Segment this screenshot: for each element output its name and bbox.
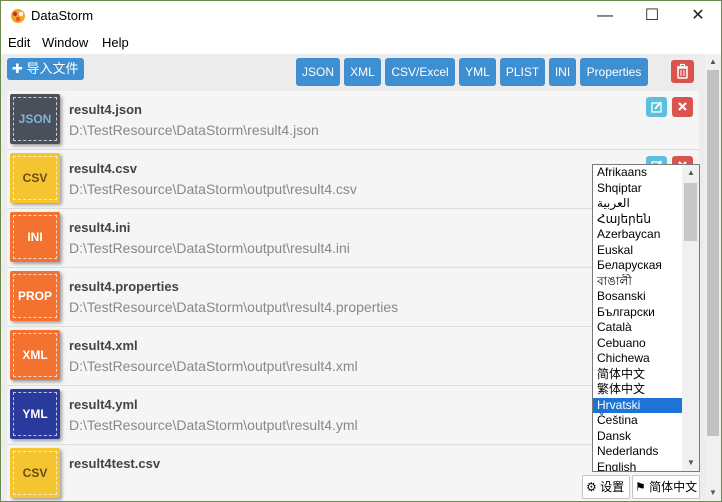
- settings-label: 设置: [600, 480, 625, 494]
- edit-icon: [651, 101, 662, 113]
- language-dropdown[interactable]: Afrikaans Shqiptar العربية Հայերեն Azerbayca…: [592, 164, 700, 472]
- language-option[interactable]: Nederlands: [593, 444, 686, 459]
- import-file-label: 导入文件: [26, 61, 79, 76]
- menu-edit[interactable]: Edit: [8, 35, 30, 50]
- format-plist-button[interactable]: PLIST: [500, 58, 545, 86]
- language-scrollbar[interactable]: ▲ ▼: [682, 165, 699, 471]
- file-type-badge: CSV: [10, 153, 60, 203]
- menu-window[interactable]: Window: [42, 35, 88, 50]
- language-option[interactable]: Čeština: [593, 413, 686, 428]
- app-window: DataStorm — ☐ ✕ Edit Window Help ✚ 导入文件 …: [0, 0, 722, 502]
- language-option[interactable]: Беларуская: [593, 258, 686, 273]
- file-path: D:\TestResource\DataStorm\output\result4…: [69, 299, 399, 315]
- file-name: result4.xml: [69, 338, 138, 353]
- app-logo-icon: [11, 9, 25, 23]
- badge-label: JSON: [13, 97, 57, 141]
- minimize-button[interactable]: —: [582, 1, 628, 31]
- file-type-badge: XML: [10, 330, 60, 380]
- badge-label: PROP: [13, 274, 57, 318]
- settings-button[interactable]: ⚙ 设置: [582, 475, 630, 499]
- format-json-button[interactable]: JSON: [296, 58, 340, 86]
- language-option[interactable]: English: [593, 460, 686, 472]
- format-ini-button[interactable]: INI: [549, 58, 576, 86]
- trash-icon: [677, 63, 688, 79]
- file-type-badge: CSV: [10, 448, 60, 498]
- file-type-badge: PROP: [10, 271, 60, 321]
- badge-label: CSV: [13, 451, 57, 495]
- toolbar: ✚ 导入文件 JSON XML CSV/Excel YML PLIST INI …: [1, 54, 705, 88]
- gear-icon: ⚙: [586, 480, 597, 494]
- file-name: result4test.csv: [69, 456, 161, 471]
- language-option[interactable]: Shqiptar: [593, 181, 686, 196]
- scrollbar-thumb[interactable]: [707, 70, 719, 436]
- scroll-up-icon[interactable]: ▲: [709, 57, 717, 66]
- file-type-badge: YML: [10, 389, 60, 439]
- language-option[interactable]: Afrikaans: [593, 165, 686, 180]
- title-bar: DataStorm — ☐ ✕: [1, 1, 721, 32]
- language-option[interactable]: العربية: [593, 196, 686, 211]
- file-name: result4.properties: [69, 279, 179, 294]
- language-option[interactable]: Català: [593, 320, 686, 335]
- menu-help[interactable]: Help: [102, 35, 129, 50]
- language-option[interactable]: Cebuano: [593, 336, 686, 351]
- import-file-button[interactable]: ✚ 导入文件: [7, 58, 84, 80]
- format-xml-button[interactable]: XML: [344, 58, 381, 86]
- language-option[interactable]: Hrvatski: [593, 397, 686, 413]
- language-option[interactable]: Bosanski: [593, 289, 686, 304]
- badge-label: XML: [13, 333, 57, 377]
- language-option[interactable]: Chichewa: [593, 351, 686, 366]
- close-button[interactable]: ✕: [675, 1, 721, 31]
- badge-label: YML: [13, 392, 57, 436]
- language-option[interactable]: Azerbaycan: [593, 227, 686, 242]
- scroll-down-icon[interactable]: ▼: [709, 488, 717, 497]
- file-name: result4.csv: [69, 161, 137, 176]
- file-path: D:\TestResource\DataStorm\result4.json: [69, 122, 319, 138]
- language-option[interactable]: Dansk: [593, 429, 686, 444]
- menu-bar: Edit Window Help: [1, 32, 721, 54]
- format-yml-button[interactable]: YML: [459, 58, 496, 86]
- file-type-badge: JSON: [10, 94, 60, 144]
- plus-icon: ✚: [12, 61, 23, 76]
- edit-button[interactable]: [646, 97, 667, 117]
- file-path: D:\TestResource\DataStorm\output\result4…: [69, 358, 358, 374]
- language-option[interactable]: Euskal: [593, 243, 686, 258]
- file-row[interactable]: JSON result4.json D:\TestResource\DataSt…: [7, 91, 699, 150]
- format-properties-button[interactable]: Properties: [580, 58, 648, 86]
- language-option[interactable]: 简体中文: [593, 367, 686, 382]
- scroll-up-icon[interactable]: ▲: [687, 168, 695, 177]
- file-path: D:\TestResource\DataStorm\output\result4…: [69, 181, 357, 197]
- delete-all-button[interactable]: [671, 60, 694, 83]
- file-path: D:\TestResource\DataStorm\output\result4…: [69, 240, 350, 256]
- maximize-button[interactable]: ☐: [629, 1, 675, 31]
- main-scrollbar[interactable]: ▲ ▼: [705, 54, 721, 501]
- flag-icon: ⚑: [635, 480, 646, 494]
- format-csv-excel-button[interactable]: CSV/Excel: [385, 58, 455, 86]
- badge-label: CSV: [13, 156, 57, 200]
- scroll-down-icon[interactable]: ▼: [687, 458, 695, 467]
- file-name: result4.json: [69, 102, 142, 117]
- close-icon: [678, 102, 687, 111]
- file-path: D:\TestResource\DataStorm\output\result4…: [69, 417, 358, 433]
- delete-button[interactable]: [672, 97, 693, 117]
- file-name: result4.yml: [69, 397, 138, 412]
- language-option[interactable]: বাঙালী: [593, 274, 686, 289]
- badge-label: INI: [13, 215, 57, 259]
- language-scroll-thumb[interactable]: [684, 183, 697, 241]
- file-name: result4.ini: [69, 220, 131, 235]
- window-title: DataStorm: [31, 8, 94, 23]
- language-option[interactable]: Հայերեն: [593, 212, 686, 227]
- language-label: 简体中文: [649, 480, 698, 494]
- language-option[interactable]: 繁体中文: [593, 382, 686, 397]
- language-option[interactable]: Български: [593, 305, 686, 320]
- language-select-button[interactable]: ⚑ 简体中文: [632, 475, 700, 499]
- file-type-badge: INI: [10, 212, 60, 262]
